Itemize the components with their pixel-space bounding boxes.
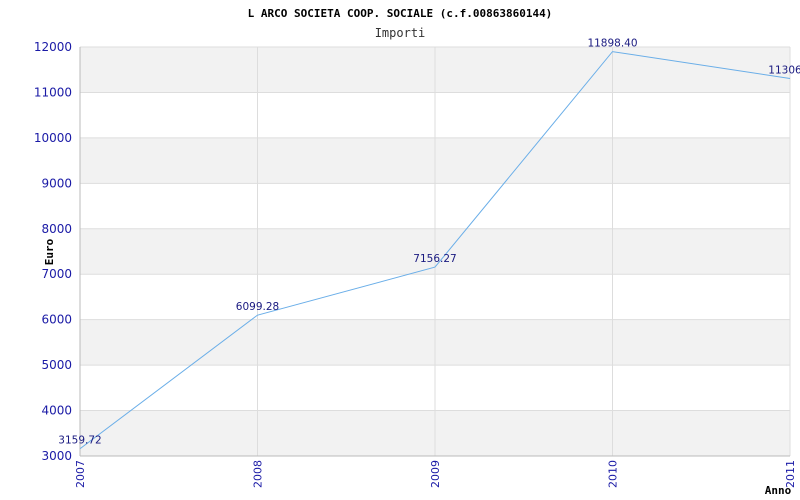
chart-title: L ARCO SOCIETA COOP. SOCIALE (c.f.008638… bbox=[248, 7, 553, 20]
x-tick-labels: 2007 2008 2009 2010 2011 bbox=[74, 460, 797, 488]
y-tick-label: 9000 bbox=[41, 176, 72, 190]
line-chart: L ARCO SOCIETA COOP. SOCIALE (c.f.008638… bbox=[34, 7, 800, 497]
y-tick-label: 10000 bbox=[34, 131, 72, 145]
x-tick-label: 2009 bbox=[429, 460, 442, 488]
x-tick-label: 2010 bbox=[607, 460, 620, 488]
y-tick-label: 7000 bbox=[41, 267, 72, 281]
y-tick-label: 5000 bbox=[41, 358, 72, 372]
y-tick-label: 6000 bbox=[41, 313, 72, 327]
y-axis-label: Euro bbox=[43, 238, 56, 265]
data-label: 11306.5 bbox=[768, 65, 800, 77]
x-tick-label: 2007 bbox=[74, 460, 87, 488]
x-axis-label: Anno bbox=[765, 484, 792, 497]
chart-subtitle: Importi bbox=[375, 26, 426, 40]
y-tick-label: 11000 bbox=[34, 85, 72, 99]
data-label: 11898.40 bbox=[587, 38, 637, 50]
y-tick-label: 8000 bbox=[41, 222, 72, 236]
data-label: 7156.27 bbox=[413, 253, 456, 265]
y-tick-label: 3000 bbox=[41, 449, 72, 463]
x-tick-label: 2008 bbox=[252, 460, 265, 488]
data-label: 3159.72 bbox=[58, 435, 101, 447]
y-tick-label: 4000 bbox=[41, 404, 72, 418]
y-tick-label: 12000 bbox=[34, 40, 72, 54]
data-label: 6099.28 bbox=[236, 301, 279, 313]
